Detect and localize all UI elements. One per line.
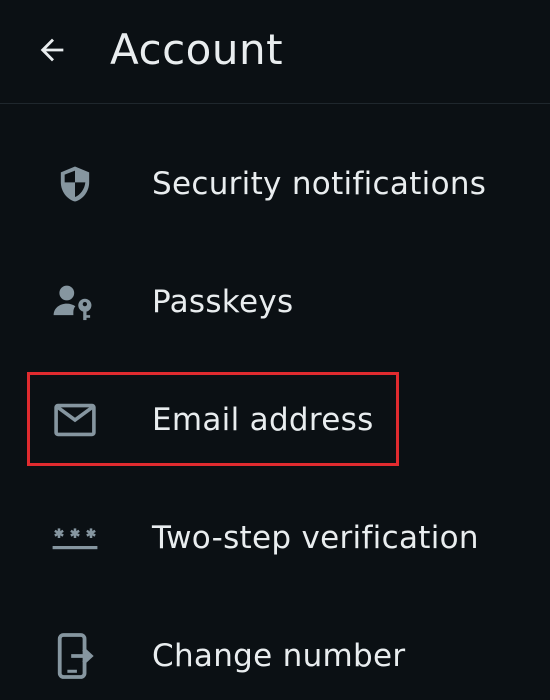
back-button[interactable]	[24, 22, 80, 78]
password-dots-icon	[50, 513, 100, 563]
menu-item-passkeys[interactable]: Passkeys	[0, 243, 550, 361]
menu-item-change-number[interactable]: Change number	[0, 597, 550, 700]
person-key-icon	[50, 277, 100, 327]
menu-item-label: Passkeys	[152, 284, 294, 320]
account-settings-screen: Account Security notifications Passkeys	[0, 0, 550, 700]
menu-item-label: Change number	[152, 638, 406, 674]
menu-item-label: Security notifications	[152, 166, 487, 202]
phone-transfer-icon	[50, 631, 100, 681]
arrow-left-icon	[40, 38, 64, 62]
app-bar: Account	[0, 0, 550, 104]
menu-item-security-notifications[interactable]: Security notifications	[0, 125, 550, 243]
menu-item-two-step-verification[interactable]: Two-step verification	[0, 479, 550, 597]
envelope-icon	[50, 395, 100, 445]
shield-icon	[50, 159, 100, 209]
page-title: Account	[110, 25, 284, 74]
menu-item-label: Two-step verification	[152, 520, 479, 556]
menu-item-label: Email address	[152, 402, 374, 438]
menu-item-email-address[interactable]: Email address	[0, 361, 550, 479]
